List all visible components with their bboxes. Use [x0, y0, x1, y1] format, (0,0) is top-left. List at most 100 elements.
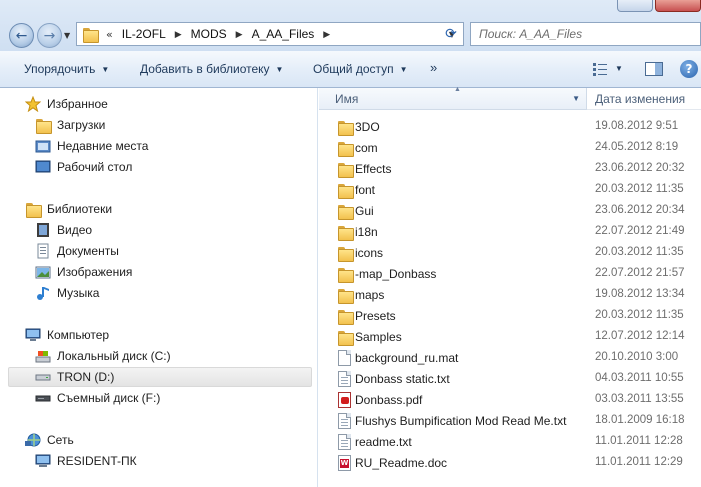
nav-item-local-disk-c[interactable]: Локальный диск (C:) — [35, 346, 171, 366]
removable-drive-icon — [35, 390, 51, 406]
file-row[interactable]: readme.txt 11.01.2011 12:28 — [319, 432, 701, 453]
nav-item-label: Изображения — [57, 265, 133, 279]
file-name: i18n — [355, 225, 378, 239]
file-name: Donbass static.txt — [355, 372, 450, 386]
file-date-modified: 11.01.2011 12:29 — [595, 456, 683, 468]
file-row[interactable]: Gui 23.06.2012 20:34 — [319, 201, 701, 222]
file-row[interactable]: Flushys Bumpification Mod Read Me.txt 18.… — [319, 411, 701, 432]
navigation-pane: Избранное Загрузки Недавние места Рабочи… — [0, 88, 318, 487]
column-date-label: Дата изменения — [595, 91, 686, 106]
breadcrumb-item[interactable]: MODS — [185, 27, 233, 41]
file-row[interactable]: Effects 23.06.2012 20:32 — [319, 159, 701, 180]
nav-item-label: RESIDENT-ПК — [57, 454, 137, 468]
address-bar[interactable]: « IL-2OFL ▶ MODS ▶ A_AA_Files ▶ ▼ — [76, 22, 464, 46]
help-icon[interactable]: ? — [680, 60, 698, 78]
file-row[interactable]: W RU_Readme.doc 11.01.2011 12:29 — [319, 453, 701, 474]
breadcrumb-item[interactable]: IL-2OFL — [116, 27, 172, 41]
file-row[interactable]: -map_Donbass 22.07.2012 21:57 — [319, 264, 701, 285]
drive-icon — [35, 369, 51, 385]
breadcrumb-separator-icon[interactable]: ▶ — [233, 29, 246, 40]
view-dropdown-icon[interactable]: ▼ — [615, 64, 623, 73]
file-row[interactable]: maps 19.08.2012 13:34 — [319, 285, 701, 306]
nav-item-tron-d[interactable]: TRON (D:) — [8, 367, 312, 387]
add-to-library-button[interactable]: Добавить в библиотеку ▼ — [140, 62, 283, 76]
file-date-modified: 18.01.2009 16:18 — [595, 414, 685, 426]
file-row[interactable]: Donbass.pdf 03.03.2011 13:55 — [319, 390, 701, 411]
nav-network[interactable]: Сеть — [25, 430, 74, 450]
nav-item-downloads[interactable]: Загрузки — [35, 115, 105, 135]
folder-icon — [337, 119, 354, 136]
more-commands-button[interactable]: » — [430, 60, 437, 75]
file-date-modified: 23.06.2012 20:34 — [595, 204, 685, 216]
file-date-modified: 20.03.2012 11:35 — [595, 309, 684, 321]
nav-item-label: TRON (D:) — [57, 370, 115, 384]
file-row[interactable]: background_ru.mat 20.10.2010 3:00 — [319, 348, 701, 369]
file-date-modified: 20.10.2010 3:00 — [595, 351, 679, 363]
file-row[interactable]: icons 20.03.2012 11:35 — [319, 243, 701, 264]
breadcrumb-overflow[interactable]: « — [98, 28, 116, 41]
folder-icon — [337, 245, 354, 262]
breadcrumb-separator-icon[interactable]: ▶ — [172, 29, 185, 40]
file-date-modified: 04.03.2011 10:55 — [595, 372, 684, 384]
folder-icon — [337, 224, 354, 241]
nav-item-label: Музыка — [57, 286, 100, 300]
file-row[interactable]: Samples 12.07.2012 12:14 — [319, 327, 701, 348]
file-row[interactable]: Presets 20.03.2012 11:35 — [319, 306, 701, 327]
breadcrumb: IL-2OFL ▶ MODS ▶ A_AA_Files ▶ — [116, 27, 333, 41]
file-name: com — [355, 141, 378, 155]
history-dropdown-icon[interactable]: ▼ — [64, 31, 70, 40]
search-input[interactable]: Поиск: A_AA_Files — [470, 22, 701, 46]
nav-item-video[interactable]: Видео — [35, 220, 92, 240]
file-name: maps — [355, 288, 385, 302]
nav-computer[interactable]: Компьютер — [25, 325, 109, 345]
forward-arrow-icon: → — [43, 27, 56, 44]
back-button[interactable]: ← — [9, 23, 34, 48]
organize-button[interactable]: Упорядочить ▼ — [24, 62, 109, 76]
column-header-name[interactable]: ▲ Имя ▼ — [319, 86, 587, 110]
folder-icon — [82, 26, 99, 43]
nav-item-documents[interactable]: Документы — [35, 241, 119, 261]
folder-icon — [337, 287, 354, 304]
file-row[interactable]: com 24.05.2012 8:19 — [319, 138, 701, 159]
file-date-modified: 20.03.2012 11:35 — [595, 183, 684, 195]
nav-libraries[interactable]: Библиотеки — [25, 199, 112, 219]
nav-item-music[interactable]: Музыка — [35, 283, 99, 303]
nav-item-desktop[interactable]: Рабочий стол — [35, 157, 132, 177]
nav-item-label: Съемный диск (F:) — [57, 391, 161, 405]
close-window-button[interactable] — [655, 0, 701, 12]
nav-item-resident-pc[interactable]: RESIDENT-ПК — [35, 451, 137, 471]
refresh-icon[interactable]: ⟳ — [440, 22, 462, 46]
forward-button[interactable]: → — [37, 23, 62, 48]
breadcrumb-separator-icon[interactable]: ▶ — [320, 29, 333, 40]
file-row[interactable]: font 20.03.2012 11:35 — [319, 180, 701, 201]
file-row[interactable]: Donbass static.txt 04.03.2011 10:55 — [319, 369, 701, 390]
column-name-label: Имя — [335, 91, 359, 106]
command-bar: Упорядочить ▼ Добавить в библиотеку ▼ Общи… — [0, 51, 701, 88]
nav-favorites[interactable]: Избранное — [25, 94, 108, 114]
folder-icon — [337, 182, 354, 199]
sort-ascending-icon: ▲ — [454, 86, 461, 93]
nav-item-recent-places[interactable]: Недавние места — [35, 136, 148, 156]
nav-item-pictures[interactable]: Изображения — [35, 262, 132, 282]
preview-pane-button[interactable] — [644, 60, 664, 78]
organize-label: Упорядочить — [24, 62, 96, 76]
file-name: Flushys Bumpification Mod Read Me.txt — [355, 414, 567, 428]
column-header-date[interactable]: Дата изменения — [587, 88, 701, 110]
nav-item-removable-f[interactable]: Съемный диск (F:) — [35, 388, 160, 408]
file-row[interactable]: 3DO 19.08.2012 9:51 — [319, 117, 701, 138]
share-button[interactable]: Общий доступ ▼ — [313, 62, 408, 76]
file-name: Donbass.pdf — [355, 393, 423, 407]
file-name: readme.txt — [355, 435, 412, 449]
view-options-button[interactable] — [590, 60, 610, 78]
network-computer-icon — [35, 453, 51, 469]
recent-places-icon — [35, 138, 51, 154]
maximize-button[interactable] — [617, 0, 653, 12]
file-date-modified: 23.06.2012 20:32 — [595, 162, 685, 174]
file-name: font — [355, 183, 376, 197]
column-filter-dropdown-icon[interactable]: ▼ — [572, 94, 580, 103]
breadcrumb-item[interactable]: A_AA_Files — [246, 27, 321, 41]
file-row[interactable]: i18n 22.07.2012 21:49 — [319, 222, 701, 243]
share-label: Общий доступ — [313, 62, 394, 76]
file-date-modified: 12.07.2012 12:14 — [595, 330, 685, 342]
text-file-icon — [337, 371, 353, 387]
